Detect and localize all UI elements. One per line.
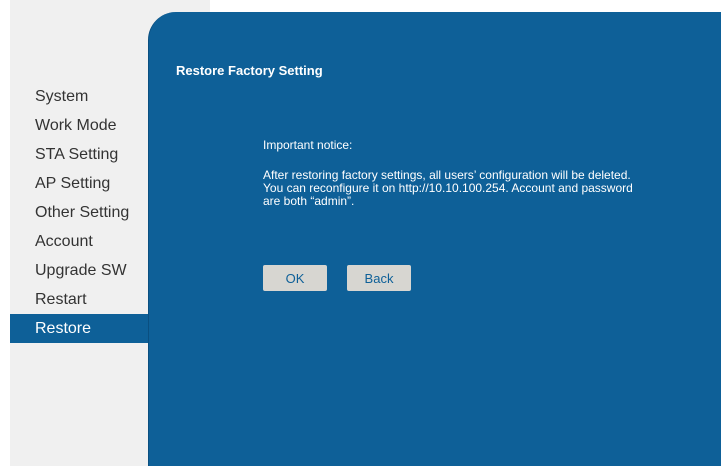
sidebar-item-restore[interactable]: Restore — [10, 314, 148, 343]
notice-heading: Important notice: — [263, 138, 353, 152]
sidebar-item-restart[interactable]: Restart — [10, 285, 148, 314]
sidebar-item-upgrade-sw[interactable]: Upgrade SW — [10, 256, 148, 285]
sidebar-item-other-setting[interactable]: Other Setting — [10, 198, 148, 227]
notice-body: After restoring factory settings, all us… — [263, 168, 633, 208]
page-title: Restore Factory Setting — [176, 63, 323, 78]
sidebar-nav: System Work Mode STA Setting AP Setting … — [10, 82, 148, 343]
sidebar-item-ap-setting[interactable]: AP Setting — [10, 169, 148, 198]
sidebar-item-account[interactable]: Account — [10, 227, 148, 256]
sidebar-item-work-mode[interactable]: Work Mode — [10, 111, 148, 140]
ok-button[interactable]: OK — [263, 265, 327, 291]
sidebar-item-system[interactable]: System — [10, 82, 148, 111]
back-button[interactable]: Back — [347, 265, 411, 291]
sidebar-item-sta-setting[interactable]: STA Setting — [10, 140, 148, 169]
main-panel: Restore Factory Setting Important notice… — [148, 12, 721, 466]
